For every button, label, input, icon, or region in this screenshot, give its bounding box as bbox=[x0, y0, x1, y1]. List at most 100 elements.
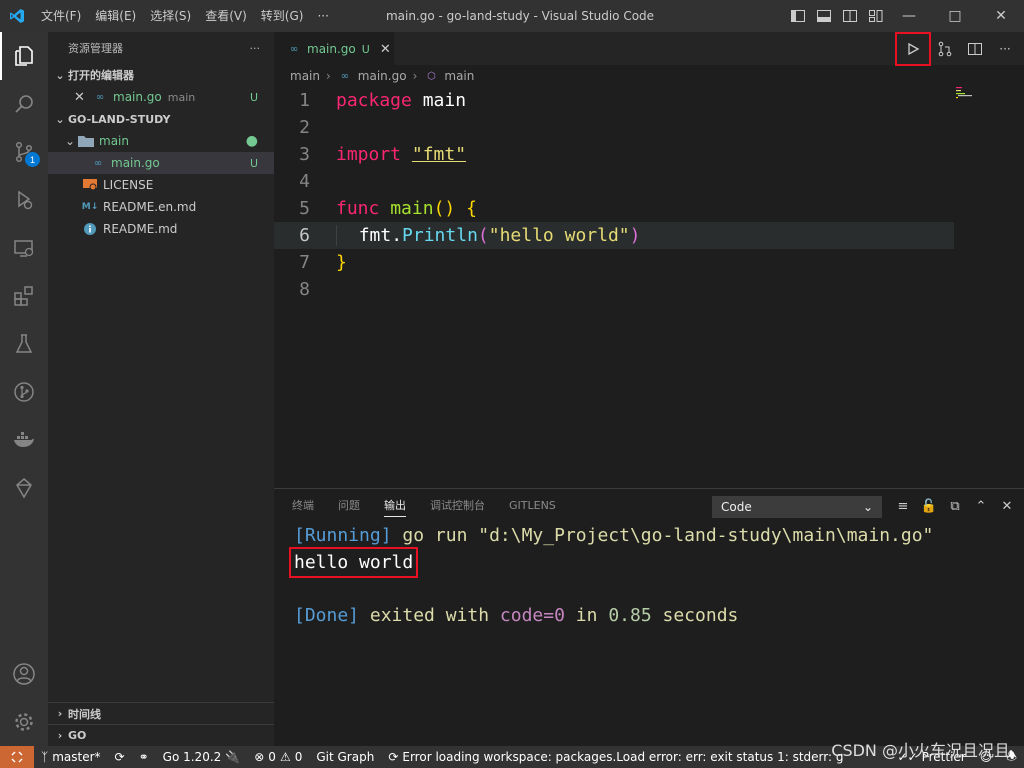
error-icon: ⊗ bbox=[254, 750, 265, 764]
editor-tabs: ∞ main.go U ✕ ··· bbox=[274, 31, 1024, 66]
keyword: func bbox=[336, 198, 380, 219]
dot: . bbox=[391, 225, 403, 246]
toggle-sidebar-icon[interactable] bbox=[790, 8, 806, 24]
open-editor-folder: main bbox=[167, 90, 196, 104]
maximize-icon[interactable]: □ bbox=[932, 0, 978, 32]
breadcrumb-file[interactable]: main.go bbox=[358, 69, 407, 83]
search-icon[interactable] bbox=[0, 80, 48, 128]
code-line: 1 package main bbox=[274, 87, 954, 114]
tab-debug-console[interactable]: 调试控制台 bbox=[430, 489, 485, 523]
clear-output-icon[interactable]: ≡ bbox=[892, 495, 914, 517]
code-line: 5 func main() { bbox=[274, 195, 954, 222]
git-compare-icon[interactable]: ⚭ bbox=[132, 746, 156, 768]
seconds-text: seconds bbox=[651, 605, 739, 626]
close-tab-icon[interactable]: ✕ bbox=[380, 42, 391, 57]
sync-icon[interactable]: ⟳ bbox=[108, 746, 132, 768]
code-line-current: 6 fmt.Println("hello world") bbox=[274, 222, 954, 249]
vscode-logo-icon bbox=[0, 0, 34, 32]
git-graph-icon[interactable] bbox=[0, 368, 48, 416]
lock-scroll-icon[interactable]: 🔓 bbox=[918, 495, 940, 517]
docker-icon[interactable] bbox=[0, 416, 48, 464]
run-code-button[interactable] bbox=[895, 31, 931, 66]
keyword: import bbox=[336, 144, 402, 165]
tab-output[interactable]: 输出 bbox=[384, 489, 406, 523]
more-actions-icon[interactable]: ··· bbox=[992, 36, 1018, 62]
branch-status[interactable]: ᛉ master* bbox=[34, 746, 108, 768]
close-window-icon[interactable]: ✕ bbox=[978, 0, 1024, 32]
menu-more[interactable]: ··· bbox=[310, 0, 335, 32]
close-editor-icon[interactable]: ✕ bbox=[74, 90, 90, 105]
symbol-package-icon: ⬡ bbox=[427, 70, 436, 82]
timeline-section[interactable]: › 时间线 bbox=[48, 702, 274, 724]
toggle-secondary-sidebar-icon[interactable] bbox=[842, 8, 858, 24]
go-version-status[interactable]: Go 1.20.2 🔌 bbox=[156, 746, 248, 768]
breadcrumb-symbol[interactable]: main bbox=[444, 69, 474, 83]
menu-view[interactable]: 查看(V) bbox=[198, 0, 254, 32]
problems-status[interactable]: ⊗ 0 ⚠ 0 bbox=[247, 746, 309, 768]
go-section[interactable]: › GO bbox=[48, 724, 274, 746]
tab-terminal[interactable]: 终端 bbox=[292, 489, 314, 523]
workspace-title: GO-LAND-STUDY bbox=[68, 112, 171, 126]
chevron-right-icon: › bbox=[57, 729, 63, 742]
remote-indicator-icon[interactable] bbox=[0, 746, 34, 768]
watermark: CSDN @小火车况且况且 bbox=[831, 741, 1010, 760]
maximize-panel-icon[interactable]: ⌃ bbox=[970, 495, 992, 517]
window-title: main.go - go-land-study - Visual Studio … bbox=[385, 9, 655, 23]
toggle-panel-icon[interactable] bbox=[816, 8, 832, 24]
tab-status: U bbox=[361, 42, 370, 56]
branch-name: master* bbox=[52, 750, 101, 764]
minimize-icon[interactable]: — bbox=[886, 0, 932, 32]
explorer-icon[interactable] bbox=[0, 32, 48, 80]
source-control-icon[interactable]: 1 bbox=[0, 128, 48, 176]
gitlens-icon[interactable] bbox=[0, 464, 48, 512]
tab-problems[interactable]: 问题 bbox=[338, 489, 360, 523]
menu-selection[interactable]: 选择(S) bbox=[143, 0, 198, 32]
sidebar-more-button[interactable]: ··· bbox=[250, 42, 261, 55]
info-icon bbox=[82, 221, 98, 237]
close-panel-icon[interactable]: ✕ bbox=[996, 495, 1018, 517]
remote-explorer-icon[interactable] bbox=[0, 224, 48, 272]
open-in-editor-icon[interactable]: ⧉ bbox=[944, 495, 966, 517]
workspace-section[interactable]: ⌄ GO-LAND-STUDY bbox=[48, 108, 274, 130]
running-tag: [Running] bbox=[294, 525, 392, 546]
tree-file-status: U bbox=[249, 156, 258, 170]
menu-file[interactable]: 文件(F) bbox=[34, 0, 88, 32]
tree-file-readme-en[interactable]: M↓ README.en.md bbox=[48, 196, 274, 218]
string-literal: "fmt" bbox=[411, 144, 467, 165]
tree-file-main-go[interactable]: ∞ main.go U bbox=[48, 152, 274, 174]
tree-file-license[interactable]: LICENSE bbox=[48, 174, 274, 196]
markdown-icon: M↓ bbox=[81, 202, 99, 212]
open-editor-item[interactable]: ✕ ∞ main.go main U bbox=[48, 86, 274, 108]
extensions-icon[interactable] bbox=[0, 272, 48, 320]
open-changes-icon[interactable] bbox=[932, 36, 958, 62]
tab-gitlens[interactable]: GITLENS bbox=[509, 489, 556, 523]
chevron-down-icon: ⌄ bbox=[55, 68, 65, 82]
keyword: package bbox=[336, 90, 412, 111]
manage-gear-icon[interactable] bbox=[0, 698, 48, 746]
breadcrumb-folder[interactable]: main bbox=[290, 69, 320, 83]
menu-edit[interactable]: 编辑(E) bbox=[88, 0, 143, 32]
split-editor-icon[interactable] bbox=[962, 36, 988, 62]
open-editors-section[interactable]: ⌄ 打开的编辑器 bbox=[48, 64, 274, 86]
run-command: go run "d:\My_Project\go-land-study\main… bbox=[391, 525, 934, 546]
chevron-right-icon: › bbox=[57, 707, 63, 720]
customize-layout-icon[interactable] bbox=[868, 8, 884, 24]
testing-icon[interactable] bbox=[0, 320, 48, 368]
go-file-icon: ∞ bbox=[289, 43, 299, 55]
run-debug-icon[interactable] bbox=[0, 176, 48, 224]
tree-file-readme[interactable]: README.md bbox=[48, 218, 274, 240]
git-graph-status[interactable]: Git Graph bbox=[309, 746, 381, 768]
sidebar-title: 资源管理器 bbox=[68, 42, 123, 55]
code-editor[interactable]: 1 package main 2 3 import "fmt" 4 5 func… bbox=[274, 87, 1024, 488]
menu-go[interactable]: 转到(G) bbox=[254, 0, 311, 32]
output-channel-select[interactable]: Code ⌄ bbox=[712, 496, 882, 518]
git-branch-icon: ᛉ bbox=[41, 750, 49, 764]
output-line-result: hello world bbox=[288, 547, 419, 578]
warning-icon: ⚠ bbox=[279, 750, 291, 764]
workspace-error-status[interactable]: ⟳ Error loading workspace: packages.Load… bbox=[381, 746, 850, 768]
tab-main-go[interactable]: ∞ main.go U ✕ bbox=[274, 32, 394, 65]
minimap[interactable] bbox=[946, 87, 976, 107]
tree-folder-main[interactable]: ⌄ main ● bbox=[48, 130, 274, 152]
chevron-down-icon: ⌄ bbox=[862, 500, 873, 514]
account-icon[interactable] bbox=[0, 650, 48, 698]
